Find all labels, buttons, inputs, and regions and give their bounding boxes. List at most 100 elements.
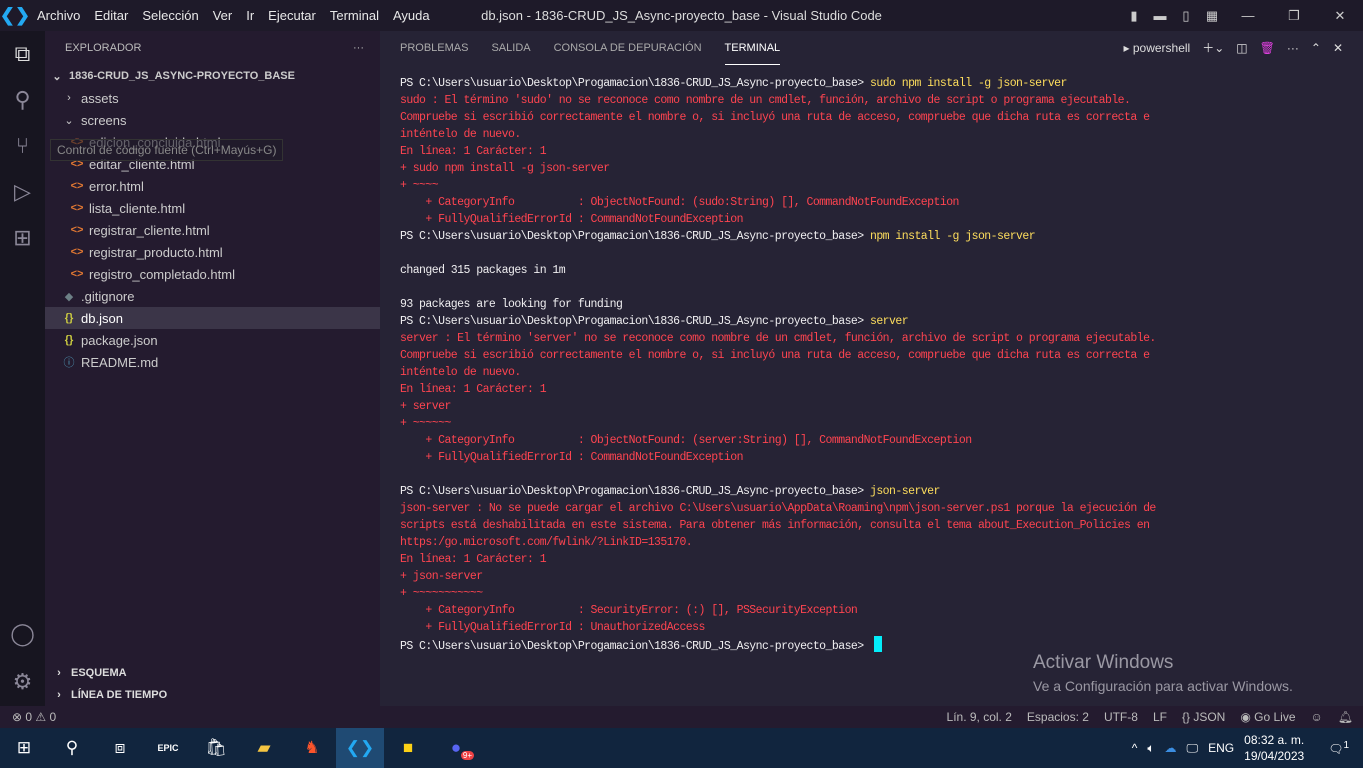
cursor-position[interactable]: Lín. 9, col. 2	[947, 710, 1012, 724]
html-file-icon: <>	[70, 180, 84, 192]
run-debug-icon[interactable]: ▷	[0, 169, 45, 215]
epic-games-icon[interactable]: EPIC	[144, 728, 192, 768]
go-live-button[interactable]: ◉ Go Live	[1240, 710, 1295, 724]
tree-item[interactable]: <> error.html	[45, 175, 380, 197]
restore-button[interactable]: ❐	[1271, 8, 1317, 24]
terminal-error-line: + sudo npm install -g json-server	[400, 162, 610, 175]
section-outline[interactable]: › ESQUEMA	[45, 662, 380, 684]
volume-icon[interactable]: 🔈︎	[1147, 741, 1154, 756]
menu-ejecutar[interactable]: Ejecutar	[268, 8, 316, 23]
language-mode[interactable]: {} JSON	[1182, 710, 1225, 724]
tab-terminal[interactable]: TERMINAL	[724, 31, 781, 65]
sticky-notes-icon[interactable]: ■	[384, 728, 432, 768]
customize-layout-icon[interactable]: ▦	[1199, 8, 1225, 24]
menu-ayuda[interactable]: Ayuda	[393, 8, 430, 23]
terminal-error-line: + json-server	[400, 570, 483, 583]
tree-item[interactable]: {} db.json	[45, 307, 380, 329]
gear-icon[interactable]: ⚙	[0, 659, 45, 705]
terminal-error-line: sudo : El término 'sudo' no se reconoce …	[400, 94, 1131, 107]
terminal-error-line: + ~~~~~~	[400, 417, 451, 430]
clock[interactable]: 08:32 a. m. 19/04/2023	[1244, 732, 1304, 764]
tree-item[interactable]: {} package.json	[45, 329, 380, 351]
show-hidden-icons[interactable]: ^	[1132, 741, 1138, 755]
tab-problemas[interactable]: PROBLEMAS	[400, 31, 468, 65]
section-timeline[interactable]: › LÍNEA DE TIEMPO	[45, 684, 380, 706]
search-icon[interactable]: ⚲	[0, 77, 45, 123]
explorer-icon[interactable]: ⧉	[0, 31, 45, 77]
toggle-sidebar-icon[interactable]: ▮	[1121, 8, 1147, 24]
tree-item[interactable]: ⌄ screens	[45, 109, 380, 131]
terminal-cursor	[873, 636, 882, 652]
menu-archivo[interactable]: Archivo	[37, 8, 80, 23]
tree-item[interactable]: <> lista_cliente.html	[45, 197, 380, 219]
tab-consola-de-depuración[interactable]: CONSOLA DE DEPURACIÓN	[554, 31, 702, 65]
terminal-error-line: Compruebe si escribió correctamente el n…	[400, 349, 1150, 362]
chevron-down-icon: ⌄	[64, 114, 74, 127]
discord-icon[interactable]: ● 9+	[432, 728, 480, 768]
problems-status[interactable]: ⊗ 0 ⚠ 0	[12, 710, 56, 724]
menu-terminal[interactable]: Terminal	[330, 8, 379, 23]
close-button[interactable]: ✕	[1317, 8, 1363, 24]
source-control-icon[interactable]: ⑂	[0, 123, 45, 169]
encoding[interactable]: UTF-8	[1104, 710, 1138, 724]
tree-item[interactable]: ⓘ README.md	[45, 351, 380, 373]
menu-selección[interactable]: Selección	[142, 8, 198, 23]
microsoft-store-icon[interactable]: 🛍︎	[192, 728, 240, 768]
split-terminal-icon[interactable]: ◫	[1236, 41, 1247, 55]
network-icon[interactable]: 🖵︎	[1187, 741, 1199, 756]
terminal-output[interactable]: PS C:\Users\usuario\Desktop\Progamacion\…	[400, 75, 1156, 655]
menu-editar[interactable]: Editar	[94, 8, 128, 23]
feedback-icon[interactable]: ☺	[1311, 710, 1323, 724]
menu-ir[interactable]: Ir	[246, 8, 254, 23]
trash-icon[interactable]: 🗑	[1260, 41, 1275, 55]
terminal-error-line: + ~~~~	[400, 179, 439, 192]
tree-item[interactable]: ◆ .gitignore	[45, 285, 380, 307]
terminal-error-line: + FullyQualifiedErrorId : CommandNotFoun…	[400, 213, 743, 226]
title-bar: ❮❯ Archivo Editar Selección Ver Ir Ejecutar Te…	[0, 0, 1363, 31]
tree-item[interactable]: › assets	[45, 87, 380, 109]
language-indicator[interactable]: ENG	[1208, 741, 1234, 755]
terminal-icon: ▸	[1123, 40, 1130, 55]
maximize-panel-icon[interactable]: ⌃	[1311, 41, 1321, 55]
menu-ver[interactable]: Ver	[213, 8, 233, 23]
vscode-taskbar-icon[interactable]: ❮❯	[336, 728, 384, 768]
tree-item[interactable]: <> registrar_cliente.html	[45, 219, 380, 241]
discord-badge: 9+	[460, 751, 474, 760]
tooltip: Control de código fuente (Ctrl+Mayús+G)	[50, 139, 284, 161]
indentation[interactable]: Espacios: 2	[1027, 710, 1089, 724]
new-terminal-icon[interactable]: ＋⌄	[1202, 39, 1224, 56]
onedrive-icon[interactable]: ☁	[1165, 741, 1177, 755]
more-actions-button[interactable]: ···	[353, 42, 364, 54]
tree-item[interactable]: <> registrar_producto.html	[45, 241, 380, 263]
terminal-error-line: server : El término 'server' no se recon…	[400, 332, 1156, 345]
menu-bar: Archivo Editar Selección Ver Ir Ejecutar Termi…	[30, 8, 437, 23]
windows-start-icon[interactable]: ⊞	[0, 728, 48, 768]
extensions-icon[interactable]: ⊞	[0, 215, 45, 261]
workspace-root[interactable]: ⌄ 1836-CRUD_JS_ASYNC-PROYECTO_BASE	[45, 65, 380, 87]
account-icon[interactable]: ◯	[0, 611, 45, 657]
more-icon[interactable]: ···	[1287, 41, 1299, 55]
toggle-secondary-sidebar-icon[interactable]: ▯	[1173, 8, 1199, 24]
chevron-right-icon: ›	[57, 667, 61, 679]
terminal-prompt-line: PS C:\Users\usuario\Desktop\Progamacion\…	[400, 230, 1036, 243]
terminal-error-line: En línea: 1 Carácter: 1	[400, 383, 547, 396]
terminal-error-line: + FullyQualifiedErrorId : CommandNotFoun…	[400, 451, 743, 464]
task-view-icon[interactable]: ⧈	[96, 728, 144, 768]
terminal-error-line: inténtelo de nuevo.	[400, 366, 521, 379]
terminal-error-line: Compruebe si escribió correctamente el n…	[400, 111, 1150, 124]
tab-salida[interactable]: SALIDA	[491, 31, 530, 65]
close-panel-icon[interactable]: ✕	[1333, 41, 1343, 55]
file-explorer-icon[interactable]: ▰	[240, 728, 288, 768]
end-of-line[interactable]: LF	[1153, 710, 1167, 724]
search-icon[interactable]: ⚲	[48, 728, 96, 768]
notifications-icon[interactable]: 🗨︎1	[1328, 740, 1349, 756]
toggle-panel-icon[interactable]: ▬	[1147, 8, 1173, 23]
terminal-shell-button[interactable]: ▸ powershell	[1123, 41, 1190, 55]
bell-icon[interactable]: 🔔︎	[1338, 710, 1353, 724]
brave-browser-icon[interactable]: ♞	[288, 728, 336, 768]
tree-item[interactable]: <> registro_completado.html	[45, 263, 380, 285]
minimize-button[interactable]: —	[1225, 8, 1271, 23]
